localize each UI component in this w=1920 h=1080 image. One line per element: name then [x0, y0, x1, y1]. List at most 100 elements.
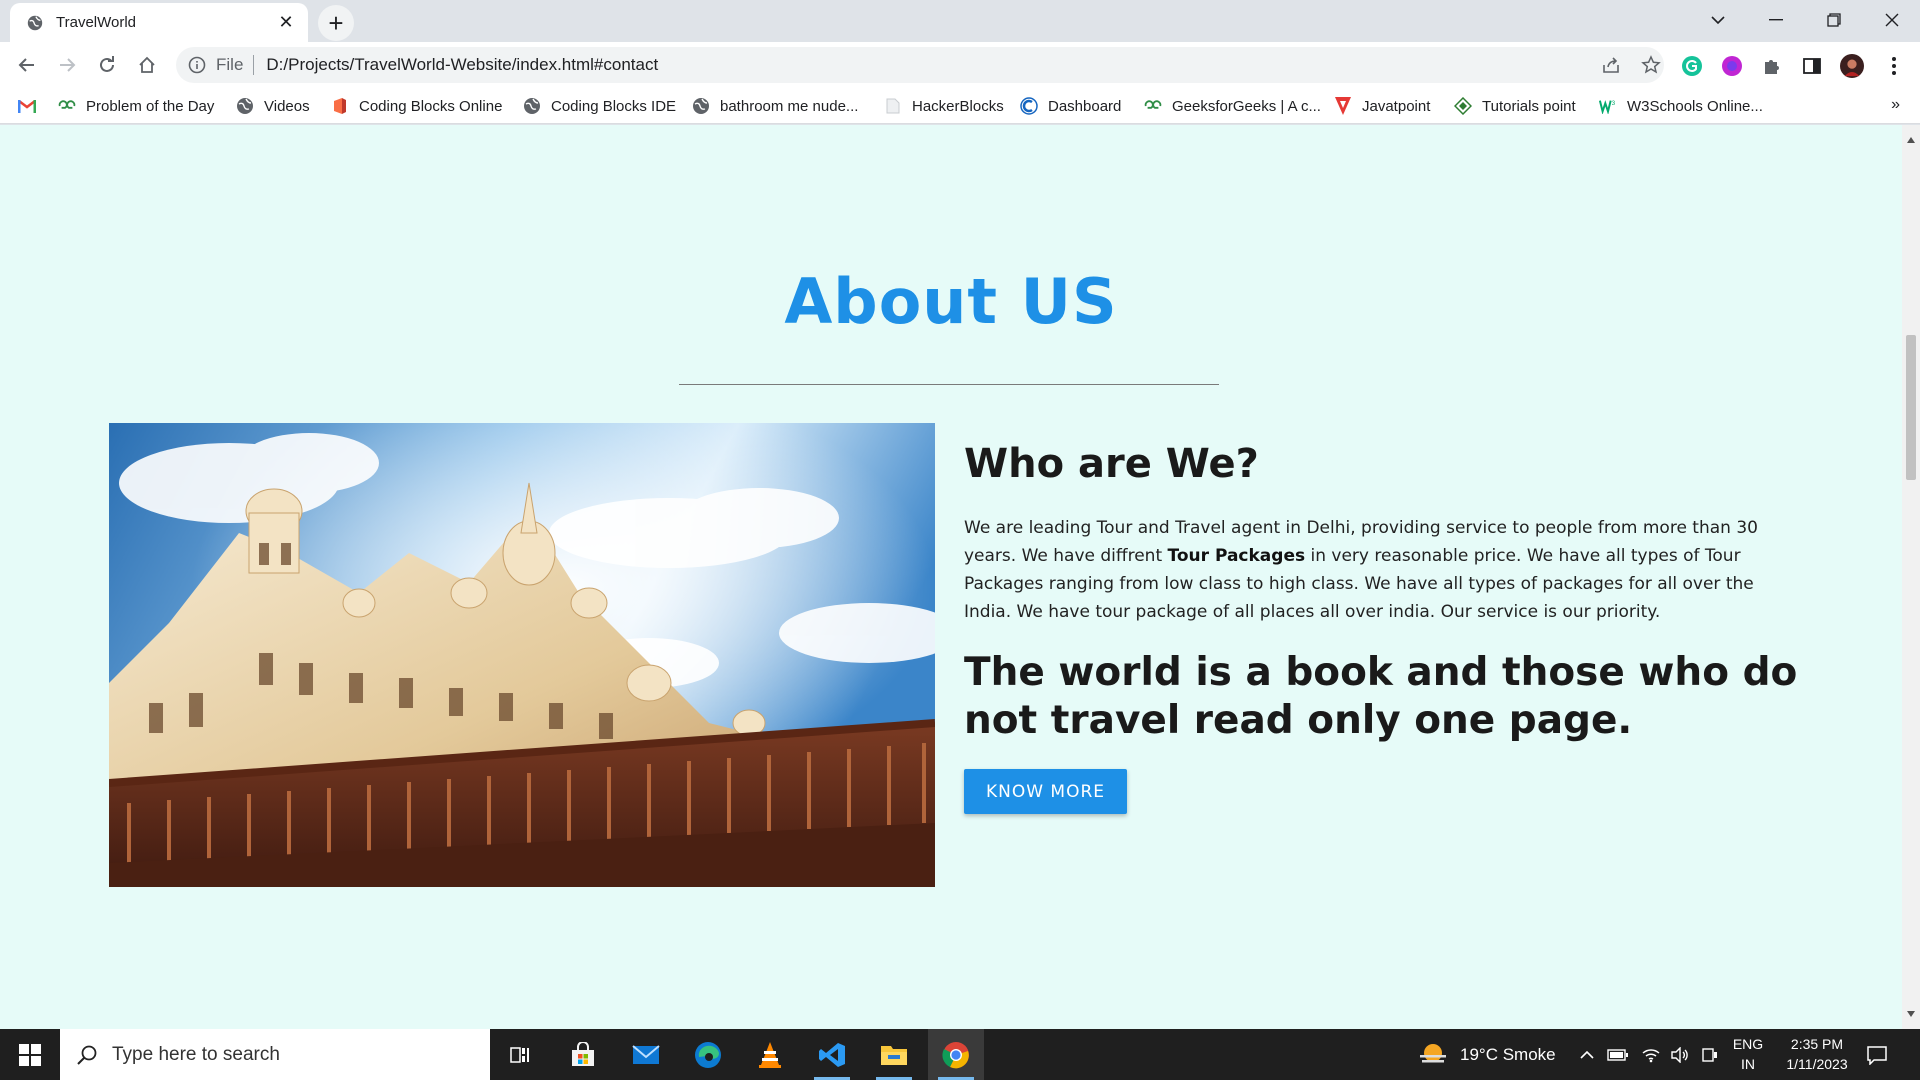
bookmark-label: Coding Blocks Online [359, 97, 503, 115]
search-icon [77, 1045, 97, 1065]
browser-toolbar: File D:/Projects/TravelWorld-Website/ind… [0, 42, 1920, 88]
bookmark-label: W3Schools Online... [1627, 97, 1763, 115]
search-placeholder: Type here to search [112, 1043, 280, 1065]
scroll-down-icon[interactable] [1907, 1011, 1915, 1017]
bookmark-item[interactable]: Dashboard [1020, 94, 1121, 118]
tab-strip: TravelWorld ✕ + [0, 0, 1920, 42]
gmail-icon [18, 97, 36, 115]
forward-icon[interactable] [51, 49, 83, 81]
side-panel-icon[interactable] [1800, 54, 1824, 78]
scrollbar-thumb[interactable] [1906, 335, 1916, 480]
file-explorer-icon[interactable] [866, 1029, 922, 1080]
globe-icon [27, 15, 43, 30]
task-view-icon[interactable] [492, 1029, 548, 1080]
globe-icon [692, 97, 710, 115]
bookmark-item[interactable]: GeeksforGeeks | A c... [1144, 94, 1321, 118]
page-scrollbar[interactable] [1902, 125, 1920, 1029]
language-indicator[interactable]: ENG IN [1728, 1034, 1768, 1074]
bookmark-label: Tutorials point [1482, 97, 1576, 115]
bookmark-item[interactable]: Coding Blocks Online [331, 94, 502, 118]
mail-icon[interactable] [618, 1029, 674, 1080]
javatpoint-icon [1334, 97, 1352, 115]
grammarly-icon[interactable] [1680, 54, 1704, 78]
extension-purple-icon[interactable] [1720, 54, 1744, 78]
tab-search-chevron-icon[interactable] [1690, 0, 1746, 40]
close-tab-icon[interactable]: ✕ [276, 12, 296, 33]
restore-icon[interactable] [1806, 0, 1862, 40]
bookmark-label: Problem of the Day [86, 97, 215, 115]
coding-blocks-icon [331, 97, 349, 115]
palace-photo [109, 423, 935, 887]
bookmark-item[interactable]: HackerBlocks [884, 94, 1004, 118]
gfg-icon [58, 97, 76, 115]
bookmark-star-icon[interactable] [1641, 55, 1661, 75]
taskbar-search-box[interactable]: Type here to search [60, 1029, 490, 1080]
w3schools-icon: 3 [1599, 97, 1617, 115]
bookmark-item[interactable]: 3 W3Schools Online... [1599, 94, 1763, 118]
show-hidden-icons[interactable] [1580, 1029, 1594, 1080]
haze-sun-icon [1420, 1043, 1446, 1062]
scroll-up-icon[interactable] [1907, 137, 1915, 143]
bookmark-label: Videos [264, 97, 310, 115]
address-bar[interactable]: File D:/Projects/TravelWorld-Website/ind… [176, 47, 1664, 83]
bookmark-item[interactable]: bathroom me nude... [692, 94, 858, 118]
bookmark-label: HackerBlocks [912, 97, 1004, 115]
weather-text: 19°C Smoke [1460, 1044, 1556, 1064]
section-title: About US [784, 265, 1118, 338]
url-text[interactable]: D:/Projects/TravelWorld-Website/index.ht… [266, 55, 658, 75]
travel-quote: The world is a book and those who do not… [964, 650, 1798, 743]
windows-taskbar: Type here to search 19°C Smoke ENG IN 2:… [0, 1029, 1920, 1080]
minimize-icon[interactable] [1748, 0, 1804, 40]
url-separator [253, 55, 255, 75]
bookmark-label: GeeksforGeeks | A c... [1172, 97, 1321, 115]
home-icon[interactable] [131, 49, 163, 81]
bookmark-item[interactable]: Videos [236, 94, 310, 118]
volume-icon[interactable] [1670, 1029, 1690, 1080]
edge-browser-icon[interactable] [680, 1029, 736, 1080]
info-icon[interactable] [188, 56, 206, 74]
chrome-icon[interactable] [928, 1029, 984, 1080]
who-are-we-heading: Who are We? [964, 441, 1259, 487]
bookmark-item[interactable]: Problem of the Day [58, 94, 214, 118]
clock[interactable]: 2:35 PM 1/11/2023 [1772, 1034, 1862, 1074]
extensions-puzzle-icon[interactable] [1760, 54, 1784, 78]
close-window-icon[interactable] [1864, 0, 1920, 40]
vscode-icon[interactable] [804, 1029, 860, 1080]
region-code: IN [1741, 1056, 1755, 1072]
back-icon[interactable] [11, 49, 43, 81]
microsoft-store-icon[interactable] [555, 1029, 611, 1080]
tutorialspoint-icon [1454, 97, 1472, 115]
vlc-icon[interactable] [742, 1029, 798, 1080]
globe-icon [523, 97, 541, 115]
notification-center-icon[interactable] [1866, 1029, 1888, 1080]
tour-packages-highlight: Tour Packages [1167, 546, 1306, 566]
browser-tab[interactable]: TravelWorld ✕ [10, 3, 308, 42]
page-icon [884, 97, 902, 115]
about-description: We are leading Tour and Travel agent in … [964, 514, 1774, 626]
svg-text:3: 3 [1612, 100, 1616, 107]
bookmarks-overflow-icon[interactable]: » [1891, 96, 1900, 114]
menu-kebab-icon[interactable] [1882, 54, 1906, 78]
bookmark-item[interactable]: Javatpoint [1334, 94, 1430, 118]
wifi-icon[interactable] [1641, 1029, 1661, 1080]
gfg-icon [1144, 97, 1162, 115]
profile-avatar[interactable] [1840, 54, 1864, 78]
bookmark-item[interactable]: Coding Blocks IDE [523, 94, 676, 118]
windows-start-icon[interactable] [0, 1029, 60, 1080]
battery-icon[interactable] [1607, 1029, 1629, 1080]
bookmark-label: Coding Blocks IDE [551, 97, 677, 115]
share-icon[interactable] [1601, 55, 1621, 75]
url-scheme-label: File [216, 55, 244, 74]
know-more-button[interactable]: KNOW MORE [964, 769, 1127, 814]
gmail-bookmark[interactable] [18, 94, 46, 118]
dashboard-icon [1020, 97, 1038, 115]
title-divider [679, 384, 1219, 385]
clock-date: 1/11/2023 [1786, 1056, 1848, 1072]
new-tab-button[interactable]: + [318, 5, 354, 41]
clock-time: 2:35 PM [1790, 1036, 1844, 1052]
bookmarks-bar: Problem of the Day Videos Coding Blocks … [0, 88, 1920, 124]
weather-widget[interactable]: 19°C Smoke [1416, 1029, 1556, 1080]
device-icon[interactable] [1700, 1029, 1718, 1080]
reload-icon[interactable] [91, 49, 123, 81]
bookmark-item[interactable]: Tutorials point [1454, 94, 1576, 118]
